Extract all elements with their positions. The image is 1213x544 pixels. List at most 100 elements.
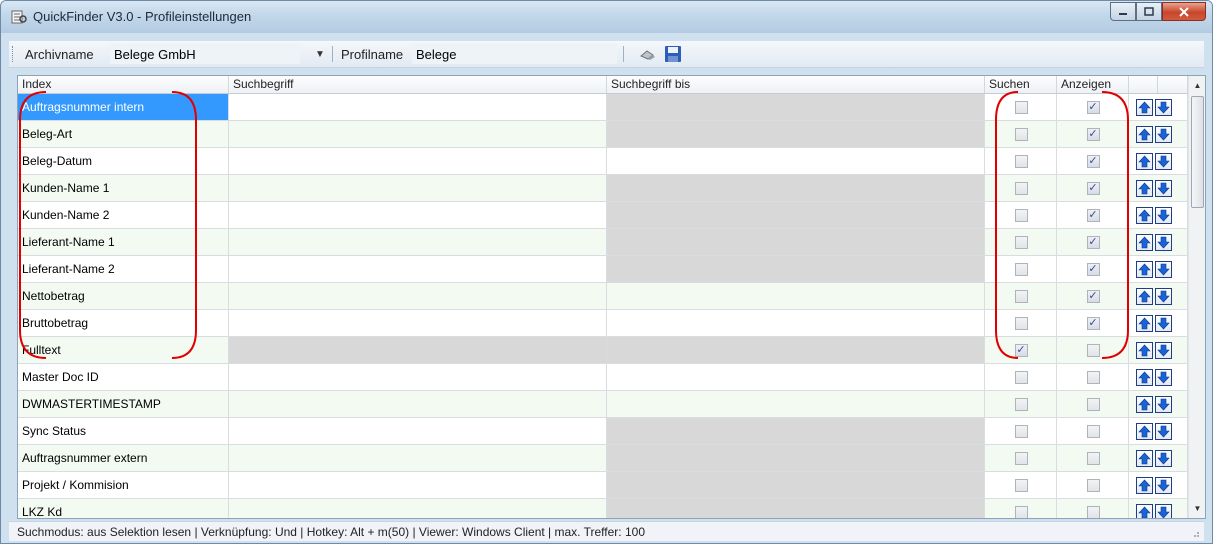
anzeigen-checkbox[interactable]: ✓: [1086, 182, 1100, 195]
column-header-index[interactable]: Index: [18, 76, 229, 93]
suchbegriff-cell[interactable]: [229, 175, 607, 202]
move-up-button[interactable]: [1136, 99, 1153, 116]
table-row[interactable]: Kunden-Name 1 ✓: [18, 175, 1188, 202]
suchen-checkbox[interactable]: [1014, 317, 1028, 330]
move-up-button[interactable]: [1136, 396, 1153, 413]
suchen-checkbox[interactable]: [1014, 506, 1028, 518]
suchen-checkbox[interactable]: [1014, 479, 1028, 492]
suchbegriff-cell[interactable]: [229, 121, 607, 148]
suchbegriff-cell[interactable]: [229, 445, 607, 472]
index-cell[interactable]: Lieferant-Name 1: [18, 229, 229, 256]
suchbegriff-cell[interactable]: [229, 472, 607, 499]
table-row[interactable]: DWMASTERTIMESTAMP: [18, 391, 1188, 418]
maximize-button[interactable]: [1136, 2, 1162, 21]
suchen-checkbox[interactable]: [1014, 452, 1028, 465]
table-row[interactable]: Bruttobetrag ✓: [18, 310, 1188, 337]
anzeigen-checkbox[interactable]: [1086, 344, 1100, 357]
anzeigen-checkbox[interactable]: ✓: [1086, 290, 1100, 303]
move-down-button[interactable]: [1155, 207, 1172, 224]
title-bar[interactable]: QuickFinder V3.0 - Profileinstellungen: [1, 1, 1212, 33]
move-up-button[interactable]: [1136, 261, 1153, 278]
suchbegriff-bis-cell[interactable]: [607, 472, 985, 499]
index-cell[interactable]: Sync Status: [18, 418, 229, 445]
suchbegriff-bis-cell[interactable]: [607, 256, 985, 283]
suchen-checkbox[interactable]: [1014, 209, 1028, 222]
suchen-checkbox[interactable]: [1014, 128, 1028, 141]
table-row[interactable]: Lieferant-Name 2 ✓: [18, 256, 1188, 283]
eraser-icon[interactable]: [639, 45, 657, 63]
anzeigen-checkbox[interactable]: ✓: [1086, 317, 1100, 330]
move-up-button[interactable]: [1136, 153, 1153, 170]
suchen-checkbox[interactable]: [1014, 236, 1028, 249]
table-row[interactable]: Beleg-Datum ✓: [18, 148, 1188, 175]
table-row[interactable]: Auftragsnummer intern ✓: [18, 94, 1188, 121]
close-button[interactable]: [1162, 2, 1206, 21]
suchbegriff-cell[interactable]: [229, 418, 607, 445]
suchbegriff-bis-cell[interactable]: [607, 418, 985, 445]
index-cell[interactable]: LKZ Kd: [18, 499, 229, 518]
table-row[interactable]: Kunden-Name 2 ✓: [18, 202, 1188, 229]
move-up-button[interactable]: [1136, 234, 1153, 251]
suchbegriff-cell[interactable]: [229, 229, 607, 256]
index-cell[interactable]: Fulltext: [18, 337, 229, 364]
anzeigen-checkbox[interactable]: [1086, 398, 1100, 411]
table-row[interactable]: Lieferant-Name 1 ✓: [18, 229, 1188, 256]
scroll-thumb[interactable]: [1191, 96, 1204, 208]
vertical-scrollbar[interactable]: ▲ ▼: [1188, 76, 1205, 518]
move-down-button[interactable]: [1155, 261, 1172, 278]
scroll-up-icon[interactable]: ▲: [1189, 77, 1205, 94]
index-cell[interactable]: DWMASTERTIMESTAMP: [18, 391, 229, 418]
suchbegriff-bis-cell[interactable]: [607, 310, 985, 337]
table-row[interactable]: Projekt / Kommision: [18, 472, 1188, 499]
anzeigen-checkbox[interactable]: [1086, 371, 1100, 384]
suchbegriff-cell[interactable]: [229, 364, 607, 391]
suchen-checkbox[interactable]: [1014, 425, 1028, 438]
table-row[interactable]: Auftragsnummer extern: [18, 445, 1188, 472]
anzeigen-checkbox[interactable]: [1086, 479, 1100, 492]
column-header-suchen[interactable]: Suchen: [985, 76, 1057, 93]
index-cell[interactable]: Nettobetrag: [18, 283, 229, 310]
anzeigen-checkbox[interactable]: ✓: [1086, 128, 1100, 141]
save-icon[interactable]: [664, 45, 682, 63]
index-cell[interactable]: Beleg-Art: [18, 121, 229, 148]
suchbegriff-bis-cell[interactable]: [607, 94, 985, 121]
suchbegriff-bis-cell[interactable]: [607, 445, 985, 472]
suchbegriff-bis-cell[interactable]: [607, 337, 985, 364]
anzeigen-checkbox[interactable]: ✓: [1086, 101, 1100, 114]
chevron-down-icon[interactable]: ▼: [313, 45, 327, 65]
table-row[interactable]: Sync Status: [18, 418, 1188, 445]
table-row[interactable]: LKZ Kd: [18, 499, 1188, 518]
move-down-button[interactable]: [1155, 126, 1172, 143]
suchen-checkbox[interactable]: [1014, 101, 1028, 114]
move-up-button[interactable]: [1136, 207, 1153, 224]
suchbegriff-cell[interactable]: [229, 256, 607, 283]
index-cell[interactable]: Beleg-Datum: [18, 148, 229, 175]
anzeigen-checkbox[interactable]: ✓: [1086, 155, 1100, 168]
anzeigen-checkbox[interactable]: ✓: [1086, 209, 1100, 222]
anzeigen-checkbox[interactable]: ✓: [1086, 236, 1100, 249]
anzeigen-checkbox[interactable]: [1086, 452, 1100, 465]
move-down-button[interactable]: [1155, 450, 1172, 467]
suchbegriff-bis-cell[interactable]: [607, 148, 985, 175]
move-down-button[interactable]: [1155, 99, 1172, 116]
suchbegriff-bis-cell[interactable]: [607, 202, 985, 229]
move-down-button[interactable]: [1155, 423, 1172, 440]
move-up-button[interactable]: [1136, 180, 1153, 197]
table-row[interactable]: Beleg-Art ✓: [18, 121, 1188, 148]
move-up-button[interactable]: [1136, 504, 1153, 518]
suchen-checkbox[interactable]: ✓: [1014, 344, 1028, 357]
move-up-button[interactable]: [1136, 477, 1153, 494]
move-down-button[interactable]: [1155, 180, 1172, 197]
suchen-checkbox[interactable]: [1014, 398, 1028, 411]
move-up-button[interactable]: [1136, 126, 1153, 143]
index-cell[interactable]: Kunden-Name 2: [18, 202, 229, 229]
suchen-checkbox[interactable]: [1014, 371, 1028, 384]
suchbegriff-bis-cell[interactable]: [607, 229, 985, 256]
move-down-button[interactable]: [1155, 504, 1172, 518]
move-up-button[interactable]: [1136, 423, 1153, 440]
column-header-suchbegriff-bis[interactable]: Suchbegriff bis: [607, 76, 985, 93]
suchbegriff-bis-cell[interactable]: [607, 121, 985, 148]
move-up-button[interactable]: [1136, 288, 1153, 305]
column-header-suchbegriff[interactable]: Suchbegriff: [229, 76, 607, 93]
move-down-button[interactable]: [1155, 342, 1172, 359]
